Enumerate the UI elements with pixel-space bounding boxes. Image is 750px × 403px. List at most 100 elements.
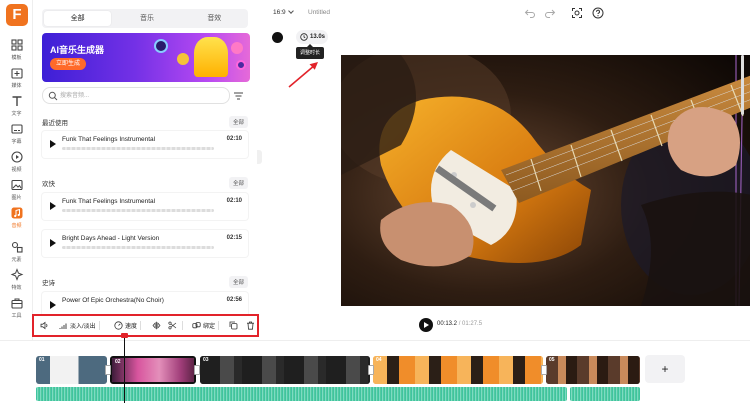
- list-item[interactable]: Funk That Feelings Instrumental 02:10: [42, 193, 248, 220]
- deco-disc: [231, 42, 243, 54]
- filter-icon[interactable]: [233, 91, 244, 101]
- app-logo[interactable]: F: [6, 4, 28, 26]
- view-all-button[interactable]: 全部: [228, 116, 248, 128]
- rail-item-video[interactable]: 视频: [0, 150, 33, 173]
- view-all-button[interactable]: 全部: [228, 177, 248, 189]
- section-epic: 史诗 全部: [42, 276, 248, 288]
- duplicate-button[interactable]: [229, 321, 240, 330]
- list-item[interactable]: Bright Days Ahead - Light Version 02:15: [42, 230, 248, 257]
- rail-label: 模板: [11, 55, 22, 61]
- track-duration: 02:15: [226, 235, 242, 241]
- add-clip-button[interactable]: +: [645, 355, 685, 383]
- audio-track-clip[interactable]: [36, 387, 567, 401]
- video-preview[interactable]: [341, 55, 750, 306]
- ai-music-banner[interactable]: AI音乐生成器 立即生成: [42, 33, 250, 82]
- view-all-button[interactable]: 全部: [228, 276, 248, 288]
- rail-item-media[interactable]: 媒体: [0, 66, 33, 89]
- list-item[interactable]: Funk That Feelings Instrumental 02:10: [42, 131, 248, 158]
- speed-icon: [114, 321, 123, 330]
- divider: [218, 321, 220, 330]
- rail-label: 工具: [11, 313, 22, 319]
- banner-person-image: [194, 37, 228, 77]
- play-button[interactable]: [419, 318, 433, 332]
- rail-item-audio[interactable]: 音频: [0, 206, 33, 229]
- media-icon: [10, 68, 23, 79]
- transition-handle[interactable]: [368, 365, 374, 375]
- trash-icon: [247, 321, 254, 330]
- help-icon[interactable]: [592, 7, 604, 19]
- play-icon[interactable]: [50, 202, 56, 210]
- search-icon: [48, 91, 58, 101]
- background-color-swatch[interactable]: [272, 32, 283, 43]
- rail-item-text[interactable]: 文字: [0, 94, 33, 117]
- timeline-clip-05[interactable]: 05: [546, 356, 640, 384]
- clip-thumbnail-image: [373, 356, 543, 384]
- split-button[interactable]: [168, 321, 186, 330]
- clip-thumbnail-image: [546, 356, 640, 384]
- timeline-clip-01[interactable]: 01: [36, 356, 107, 384]
- tab-sfx[interactable]: 音效: [181, 9, 248, 28]
- bind-button[interactable]: 绑定: [192, 321, 222, 330]
- timeline-clip-04[interactable]: 04: [373, 356, 543, 384]
- duration-button[interactable]: 13.0s: [296, 30, 328, 44]
- undo-icon[interactable]: [524, 7, 536, 19]
- project-title[interactable]: Untitled: [308, 9, 330, 16]
- audio-track-clip[interactable]: [570, 387, 640, 401]
- rail-label: 元素: [11, 257, 22, 263]
- preview-scrollbar[interactable]: [741, 55, 744, 115]
- rail-item-image[interactable]: 图片: [0, 178, 33, 201]
- track-name: Funk That Feelings Instrumental: [62, 136, 156, 143]
- tool-rail: F 模板 媒体 文字 字幕 视频 图片 音频 元素 特效 工具: [0, 0, 33, 340]
- timeline-clip-02[interactable]: 02: [110, 356, 196, 384]
- transition-handle[interactable]: [541, 365, 547, 375]
- rail-label: 字幕: [11, 139, 22, 145]
- volume-button[interactable]: [40, 321, 51, 330]
- deco-disc: [236, 60, 246, 70]
- collapse-panel-handle[interactable]: [257, 150, 262, 164]
- deco-disc: [154, 39, 168, 53]
- generate-now-button[interactable]: 立即生成: [50, 58, 86, 70]
- timeline-playhead[interactable]: [121, 333, 128, 403]
- tab-all[interactable]: 全部: [44, 11, 112, 26]
- section-recent: 最近使用 全部: [42, 116, 248, 128]
- clip-thumbnail-image: [36, 356, 107, 384]
- play-icon[interactable]: [50, 301, 56, 309]
- playback-time: 00:13.2 / 01:27.5: [437, 321, 482, 327]
- search-input[interactable]: [60, 90, 220, 101]
- divider: [182, 321, 183, 330]
- screenshot-icon[interactable]: [571, 7, 583, 19]
- fade-button[interactable]: 淡入/淡出: [59, 321, 103, 330]
- flip-button[interactable]: [152, 321, 163, 330]
- speed-button[interactable]: 速度: [114, 321, 144, 330]
- bind-label: 绑定: [203, 324, 216, 330]
- clip-toolbar: 淡入/淡出 速度 绑定: [32, 314, 259, 337]
- rail-item-effects[interactable]: 特效: [0, 268, 33, 291]
- aspect-ratio-value: 16:9: [273, 9, 286, 16]
- play-icon[interactable]: [50, 239, 56, 247]
- play-icon[interactable]: [50, 140, 56, 148]
- duration-value: 13.0s: [310, 34, 326, 40]
- aspect-ratio-dropdown[interactable]: 16:9: [273, 8, 294, 16]
- track-duration: 02:10: [226, 198, 242, 204]
- tab-music[interactable]: 音乐: [113, 9, 180, 28]
- divider: [98, 321, 100, 330]
- clip-number: 01: [39, 357, 45, 363]
- transition-handle[interactable]: [105, 365, 111, 375]
- redo-icon[interactable]: [544, 7, 556, 19]
- text-icon: [12, 96, 21, 106]
- rail-label: 音频: [11, 223, 22, 229]
- rail-item-tools[interactable]: 工具: [0, 296, 33, 319]
- rail-item-elements[interactable]: 元素: [0, 240, 33, 263]
- rail-item-subtitle[interactable]: 字幕: [0, 122, 33, 145]
- section-title: 欢快: [42, 181, 55, 188]
- fade-icon: [59, 323, 67, 329]
- banner-title: AI音乐生成器: [50, 45, 105, 55]
- video-icon: [10, 151, 23, 163]
- timeline-clip-03[interactable]: 03: [200, 356, 370, 384]
- delete-button[interactable]: [246, 321, 257, 330]
- rail-item-template[interactable]: 模板: [0, 38, 33, 61]
- audio-search[interactable]: [42, 87, 230, 104]
- current-time: 00:13.2: [437, 321, 458, 327]
- transition-handle[interactable]: [194, 365, 200, 375]
- timeline: 01 02 03 04 05: [0, 340, 750, 403]
